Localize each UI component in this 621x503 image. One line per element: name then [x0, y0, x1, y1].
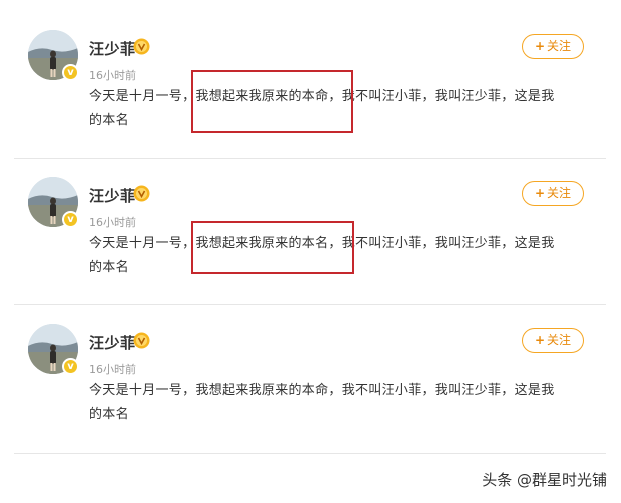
follow-label: 关注	[547, 186, 572, 200]
post-divider	[14, 453, 606, 454]
follow-label: 关注	[547, 39, 572, 53]
follow-label: 关注	[547, 333, 572, 347]
vip-badge-icon	[133, 38, 150, 55]
follow-button[interactable]: + 关注	[522, 34, 584, 59]
user-name[interactable]: 汪少菲	[89, 332, 136, 353]
verified-v-icon: v	[62, 211, 79, 228]
verified-v-icon: v	[62, 64, 79, 81]
weibo-post: v 汪少菲 16小时前 今天是十月一号，我想起来我原来的本命，我不叫汪小菲，我叫…	[0, 306, 621, 452]
verified-v-icon: v	[62, 358, 79, 375]
plus-icon: +	[534, 39, 546, 53]
watermark: 头条 @群星时光铺	[482, 471, 607, 489]
follow-button[interactable]: + 关注	[522, 328, 584, 353]
post-time: 16小时前	[89, 363, 136, 376]
highlight-box	[191, 70, 353, 133]
post-text-line: 今天是十月一号，我想起来我原来的本命，我不叫汪小菲，我叫汪少菲，这是我	[89, 383, 555, 398]
user-name[interactable]: 汪少菲	[89, 38, 136, 59]
highlight-box	[191, 221, 354, 274]
post-divider	[14, 304, 606, 305]
post-time: 16小时前	[89, 216, 136, 229]
plus-icon: +	[534, 333, 546, 347]
vip-badge-icon	[133, 332, 150, 349]
vip-badge-icon	[133, 185, 150, 202]
post-text-line: 的本名	[89, 407, 129, 422]
post-time: 16小时前	[89, 69, 136, 82]
follow-button[interactable]: + 关注	[522, 181, 584, 206]
plus-icon: +	[534, 186, 546, 200]
user-name[interactable]: 汪少菲	[89, 185, 136, 206]
post-text: 今天是十月一号，我想起来我原来的本命，我不叫汪小菲，我叫汪少菲，这是我 的本名	[89, 379, 589, 427]
post-divider	[14, 158, 606, 159]
